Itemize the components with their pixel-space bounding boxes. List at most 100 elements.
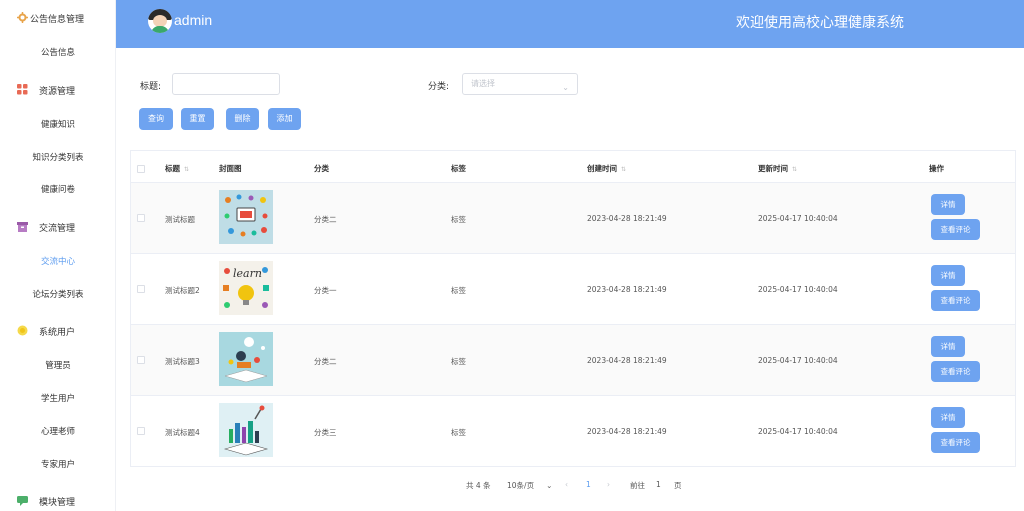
row-checkbox[interactable] xyxy=(137,427,145,435)
sidebar-group-label: 系统用户 xyxy=(39,328,76,338)
svg-text:learn: learn xyxy=(233,267,262,280)
row-tag: 标签 xyxy=(451,428,466,437)
cover-image xyxy=(219,403,273,457)
sidebar-item-admin[interactable]: 管理员 xyxy=(0,359,116,371)
sidebar-group-label: 资源管理 xyxy=(39,87,76,97)
column-header-cover: 封面图 xyxy=(219,164,242,173)
username[interactable]: admin xyxy=(174,12,212,28)
detail-button[interactable]: 详情 xyxy=(931,194,965,215)
sidebar-item-announcement-info[interactable]: 公告信息 xyxy=(0,46,116,58)
prev-page-button[interactable]: ‹ xyxy=(565,480,568,489)
sidebar-item-health-knowledge[interactable]: 健康知识 xyxy=(0,118,116,130)
sidebar-item-forum-category[interactable]: 论坛分类列表 xyxy=(0,288,116,300)
row-updated-time: 2025-04-17 10:40:04 xyxy=(758,356,838,365)
sidebar-group-modules[interactable]: 模块管理 xyxy=(0,491,116,511)
category-filter-label: 分类: xyxy=(428,82,450,92)
category-select[interactable]: 请选择 ⌄ xyxy=(462,73,578,95)
add-button[interactable]: 添加 xyxy=(268,108,301,130)
column-header-updated[interactable]: 更新时间 ⇅ xyxy=(758,163,797,174)
delete-button[interactable]: 删除 xyxy=(226,108,259,130)
title-search-input[interactable] xyxy=(172,73,280,95)
cover-image xyxy=(219,190,273,244)
view-comments-button[interactable]: 查看评论 xyxy=(931,219,980,240)
sidebar-group-system-users[interactable]: 系统用户 xyxy=(0,321,116,341)
view-comments-button[interactable]: 查看评论 xyxy=(931,432,980,453)
table-header: 标题 ⇅ 封面图 分类 标签 创建时间 ⇅ 更新时间 ⇅ 操作 xyxy=(131,151,1015,183)
box-icon xyxy=(17,221,28,232)
sidebar-group-announcement[interactable]: 公告信息管理 xyxy=(0,8,116,28)
data-table: 标题 ⇅ 封面图 分类 标签 创建时间 ⇅ 更新时间 ⇅ 操作 测试标题 分类二 标签… xyxy=(130,150,1016,467)
view-comments-button[interactable]: 查看评论 xyxy=(931,361,980,382)
table-row: 测试标题2 learn 分类一 标签 2023-04-28 18:21:49 2… xyxy=(131,254,1015,325)
row-checkbox[interactable] xyxy=(137,285,145,293)
sidebar-item-knowledge-category[interactable]: 知识分类列表 xyxy=(0,151,116,163)
top-header: admin 欢迎使用高校心理健康系统 xyxy=(116,0,1024,48)
column-header-tag: 标签 xyxy=(451,164,466,173)
sidebar: 公告信息管理 公告信息 资源管理 健康知识 知识分类列表 健康问卷 交流管理 交… xyxy=(0,0,116,511)
row-created-time: 2023-04-28 18:21:49 xyxy=(587,285,667,294)
sidebar-group-label: 模块管理 xyxy=(39,498,76,508)
detail-button[interactable]: 详情 xyxy=(931,265,965,286)
pagination-total: 共 4 条 xyxy=(466,481,491,490)
row-updated-time: 2025-04-17 10:40:04 xyxy=(758,285,838,294)
select-all-checkbox[interactable] xyxy=(137,165,145,173)
sidebar-group-communication[interactable]: 交流管理 xyxy=(0,217,116,237)
view-comments-button[interactable]: 查看评论 xyxy=(931,290,980,311)
row-category: 分类二 xyxy=(314,215,337,224)
row-title: 测试标题4 xyxy=(165,428,200,437)
row-updated-time: 2025-04-17 10:40:04 xyxy=(758,427,838,436)
row-tag: 标签 xyxy=(451,286,466,295)
goto-suffix: 页 xyxy=(674,481,682,490)
sun-icon xyxy=(17,325,28,336)
column-header-actions: 操作 xyxy=(929,164,944,173)
sidebar-item-expert-users[interactable]: 专家用户 xyxy=(0,458,116,470)
next-page-button[interactable]: › xyxy=(607,480,610,489)
table-row: 测试标题3 分类二 标签 2023-04-28 18:21:49 2025-04… xyxy=(131,325,1015,396)
row-title: 测试标题3 xyxy=(165,357,200,366)
cover-image xyxy=(219,332,273,386)
detail-button[interactable]: 详情 xyxy=(931,336,965,357)
grid-icon xyxy=(17,84,28,95)
chevron-down-icon: ⌄ xyxy=(546,481,553,490)
row-created-time: 2023-04-28 18:21:49 xyxy=(587,427,667,436)
sidebar-group-label: 交流管理 xyxy=(39,224,76,234)
gear-icon xyxy=(17,12,28,23)
sidebar-item-health-questionnaire[interactable]: 健康问卷 xyxy=(0,183,116,195)
detail-button[interactable]: 详情 xyxy=(931,407,965,428)
sort-icon: ⇅ xyxy=(621,166,627,173)
page-size-select[interactable]: 10条/页 ⌄ xyxy=(507,480,552,491)
row-category: 分类三 xyxy=(314,428,337,437)
row-tag: 标签 xyxy=(451,357,466,366)
row-category: 分类一 xyxy=(314,286,337,295)
row-category: 分类二 xyxy=(314,357,337,366)
table-row: 测试标题4 分类三 标签 2023-04-28 18:21:49 2025-04… xyxy=(131,396,1015,467)
sidebar-item-psych-teacher[interactable]: 心理老师 xyxy=(0,425,116,437)
reset-button[interactable]: 重置 xyxy=(181,108,214,130)
sort-icon: ⇅ xyxy=(184,166,190,173)
row-title: 测试标题 xyxy=(165,215,195,224)
column-header-category: 分类 xyxy=(314,164,329,173)
row-created-time: 2023-04-28 18:21:49 xyxy=(587,356,667,365)
sidebar-item-student-users[interactable]: 学生用户 xyxy=(0,392,116,404)
row-updated-time: 2025-04-17 10:40:04 xyxy=(758,214,838,223)
page-number-current[interactable]: 1 xyxy=(586,480,591,489)
system-title: 欢迎使用高校心理健康系统 xyxy=(736,15,904,31)
column-header-created[interactable]: 创建时间 ⇅ xyxy=(587,163,626,174)
sidebar-group-resources[interactable]: 资源管理 xyxy=(0,80,116,100)
column-header-title[interactable]: 标题 ⇅ xyxy=(165,163,189,174)
chat-icon xyxy=(17,495,28,506)
row-tag: 标签 xyxy=(451,215,466,224)
row-checkbox[interactable] xyxy=(137,214,145,222)
row-created-time: 2023-04-28 18:21:49 xyxy=(587,214,667,223)
category-select-placeholder: 请选择 xyxy=(471,79,495,88)
goto-label: 前往 xyxy=(630,481,645,490)
row-checkbox[interactable] xyxy=(137,356,145,364)
goto-page-input[interactable]: 1 xyxy=(656,480,661,489)
sidebar-item-communication-center[interactable]: 交流中心 xyxy=(0,255,116,267)
avatar[interactable] xyxy=(148,9,172,33)
sidebar-group-label: 公告信息管理 xyxy=(30,15,85,25)
query-button[interactable]: 查询 xyxy=(139,108,173,130)
sort-icon: ⇅ xyxy=(792,166,798,173)
chevron-down-icon: ⌄ xyxy=(562,83,569,92)
cover-image: learn xyxy=(219,261,273,315)
